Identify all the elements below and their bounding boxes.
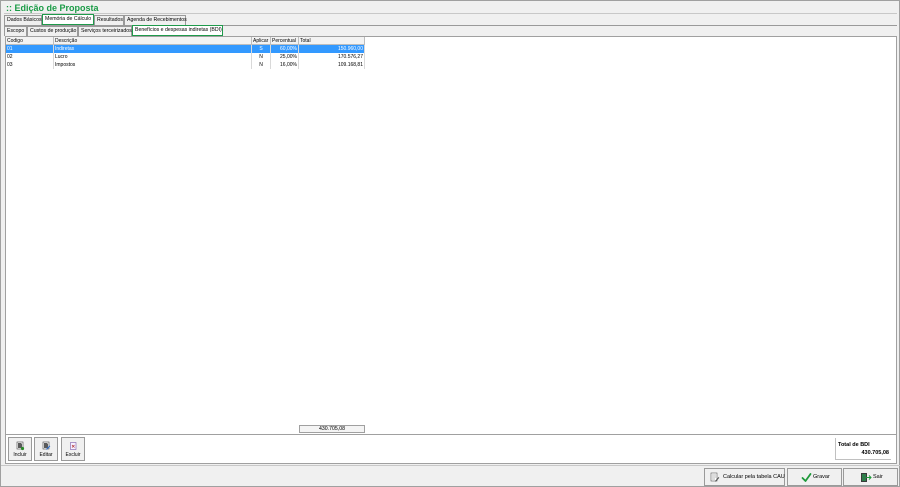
bdi-total-label: Total de BDI xyxy=(838,442,870,448)
cell-aplicar: N xyxy=(252,53,271,61)
tab-label: Custos de produção xyxy=(30,28,77,34)
tab-label: Resultados xyxy=(97,17,123,23)
tab-dados-basicos[interactable]: Dados Básicos xyxy=(4,15,42,25)
cell-codigo: 01 xyxy=(6,45,54,53)
excluir-button[interactable]: Excluir xyxy=(61,437,85,461)
cell-total: 150.960,00 xyxy=(299,45,365,53)
col-header-aplicar[interactable]: Aplicar xyxy=(252,37,271,44)
edit-record-icon xyxy=(42,441,51,450)
cell-percentual: 60,00% xyxy=(271,45,299,53)
main-tab-bar: Dados Básicos Memória de Cálculo Resulta… xyxy=(4,14,897,25)
incluir-label: Incluir xyxy=(13,452,27,458)
exit-door-icon xyxy=(861,473,872,482)
editar-button[interactable]: Editar xyxy=(34,437,58,461)
cell-total: 170.576,27 xyxy=(299,53,365,61)
incluir-button[interactable]: Incluir xyxy=(8,437,32,461)
bdi-total-value: 430.705,08 xyxy=(861,450,889,456)
toolbar-separator xyxy=(5,434,897,435)
cell-codigo: 02 xyxy=(6,53,54,61)
calcular-cau-label: Calcular pela tabela CAU xyxy=(723,474,785,480)
cell-total: 109.168,81 xyxy=(299,61,365,69)
tab-memoria-de-calculo[interactable]: Memória de Cálculo xyxy=(42,14,94,25)
tab-label: Agenda de Recebimentos xyxy=(127,17,187,23)
grid-header: Codigo Descrição Aplicar Percentual Tota… xyxy=(6,37,365,45)
calculator-icon xyxy=(710,472,720,482)
tab-label: Serviços terceirizados xyxy=(81,28,132,34)
tab-label: Escopo xyxy=(7,28,25,34)
title-separator xyxy=(4,13,897,14)
col-header-codigo[interactable]: Codigo xyxy=(6,37,54,44)
cell-descricao: Indiretas xyxy=(54,45,252,53)
col-header-percentual[interactable]: Percentual xyxy=(271,37,299,44)
tab-label: Benefícios e despesas indiretas (BDI) xyxy=(135,27,222,33)
calcular-cau-button[interactable]: Calcular pela tabela CAU xyxy=(704,468,785,486)
tab-agenda-de-recebimentos[interactable]: Agenda de Recebimentos xyxy=(124,15,187,25)
bdi-grid[interactable]: Codigo Descrição Aplicar Percentual Tota… xyxy=(6,37,365,69)
col-header-descricao[interactable]: Descrição xyxy=(54,37,252,44)
cell-descricao: Lucro xyxy=(54,53,252,61)
tab-custos-de-producao[interactable]: Custos de produção xyxy=(27,26,78,36)
sair-button[interactable]: Sair xyxy=(843,468,898,486)
tab-resultados[interactable]: Resultados xyxy=(94,15,124,25)
cell-descricao: Impostos xyxy=(54,61,252,69)
excluir-label: Excluir xyxy=(65,452,81,458)
gravar-button[interactable]: Gravar xyxy=(787,468,842,486)
proposal-edit-window: :: Edição de Proposta Dados Básicos Memó… xyxy=(0,0,900,487)
bdi-panel xyxy=(5,36,897,464)
sair-label: Sair xyxy=(873,474,883,480)
delete-record-icon xyxy=(70,442,77,450)
tab-bdi[interactable]: Benefícios e despesas indiretas (BDI) xyxy=(132,25,223,36)
tab-servicos-terceirizados[interactable]: Serviços terceirizados xyxy=(78,26,132,36)
table-row[interactable]: 01 Indiretas S 60,00% 150.960,00 xyxy=(6,45,365,53)
table-row[interactable]: 03 Impostos N 16,00% 109.168,81 xyxy=(6,61,365,69)
bdi-total-box: Total de BDI 430.705,08 xyxy=(835,438,891,460)
editar-label: Editar xyxy=(39,452,53,458)
cell-codigo: 03 xyxy=(6,61,54,69)
sub-tab-bar: Escopo Custos de produção Serviços terce… xyxy=(4,25,897,36)
cell-aplicar: N xyxy=(252,61,271,69)
tab-label: Memória de Cálculo xyxy=(45,16,92,22)
window-title: :: Edição de Proposta xyxy=(6,3,99,13)
footer-separator xyxy=(1,465,900,466)
gravar-label: Gravar xyxy=(813,474,830,480)
cell-aplicar: S xyxy=(252,45,271,53)
grid-total-field: 430.705,08 xyxy=(299,425,365,433)
tab-escopo[interactable]: Escopo xyxy=(4,26,27,36)
table-row[interactable]: 02 Lucro N 25,00% 170.576,27 xyxy=(6,53,365,61)
check-icon xyxy=(801,473,812,482)
col-header-total[interactable]: Total xyxy=(299,37,365,44)
add-record-icon xyxy=(16,441,25,451)
cell-percentual: 25,00% xyxy=(271,53,299,61)
tab-label: Dados Básicos xyxy=(7,17,42,23)
cell-percentual: 16,00% xyxy=(271,61,299,69)
